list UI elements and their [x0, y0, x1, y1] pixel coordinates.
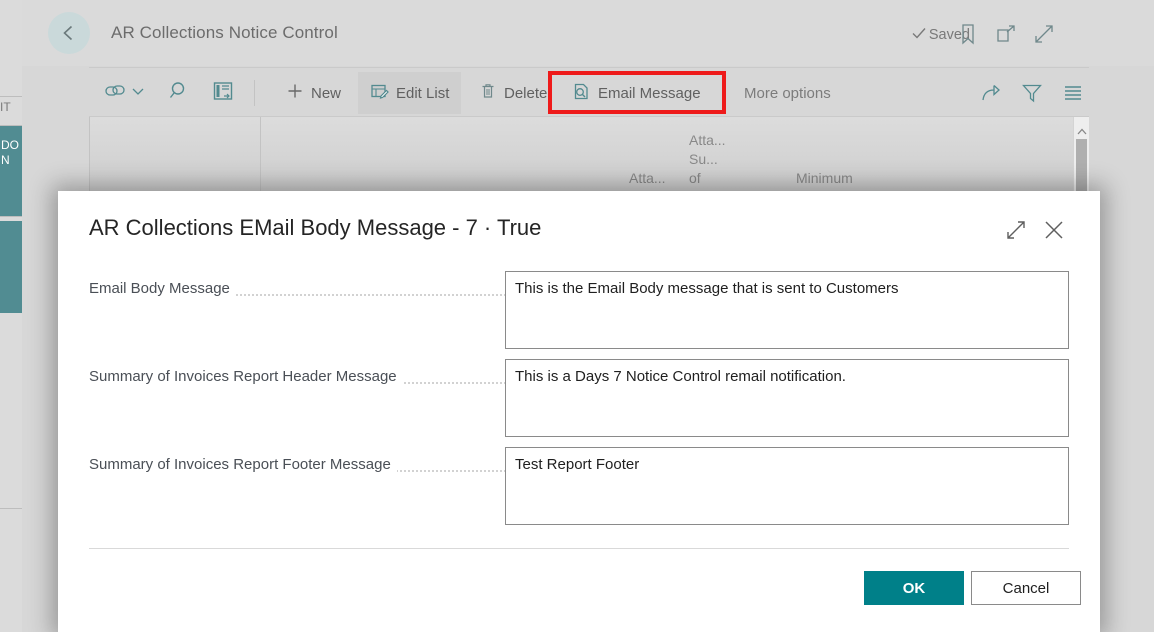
email-body-message-dialog: AR Collections EMail Body Message - 7 · … — [58, 191, 1100, 632]
cancel-button[interactable]: Cancel — [971, 571, 1081, 605]
field-label-email-body-message: Email Body Message — [89, 280, 236, 297]
expand-dialog-icon[interactable] — [1003, 217, 1029, 243]
dialog-footer-divider — [89, 548, 1069, 549]
field-label-summary-footer-message: Summary of Invoices Report Footer Messag… — [89, 456, 397, 473]
dialog-title: AR Collections EMail Body Message - 7 · … — [89, 215, 542, 240]
field-label-summary-header-message: Summary of Invoices Report Header Messag… — [89, 368, 403, 385]
summary-invoices-header-message-input[interactable] — [505, 359, 1069, 437]
close-icon[interactable] — [1041, 217, 1067, 243]
email-body-message-input[interactable] — [505, 271, 1069, 349]
summary-invoices-footer-message-input[interactable] — [505, 447, 1069, 525]
ok-button[interactable]: OK — [864, 571, 964, 605]
